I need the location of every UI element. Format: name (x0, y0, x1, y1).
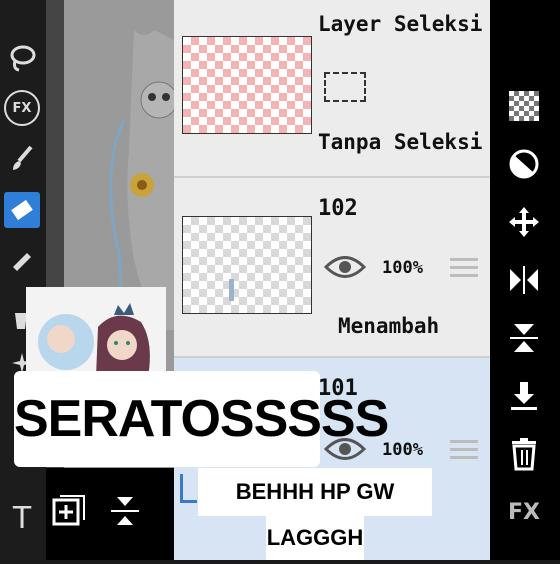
selection-marquee-icon (324, 72, 366, 102)
sub-caption-line2: LAGGGH (266, 516, 364, 560)
fx-effects-button[interactable]: FX (502, 490, 546, 534)
selection-layer-thumbnail (182, 36, 312, 134)
flip-horizontal-icon[interactable] (502, 258, 546, 302)
add-layer-icon[interactable] (52, 494, 86, 528)
layer-101-handle-icon[interactable] (450, 440, 478, 462)
selection-layer-status: Tanpa Seleksi (318, 130, 483, 154)
layer-102-thumbnail (182, 216, 312, 314)
left-toolbar: FX T (0, 0, 46, 560)
layer-101-opacity: 100% (382, 440, 423, 460)
sub-caption-line1: BEHHH HP GW MULAI (198, 468, 432, 552)
text-tool-icon[interactable]: T (4, 500, 40, 536)
selection-layer-title: Layer Seleksi (318, 12, 483, 36)
clipping-indicator-icon (180, 474, 197, 503)
eye-icon[interactable] (323, 254, 367, 284)
layer-102-blend-mode[interactable]: Menambah (338, 314, 439, 338)
layer-102-handle-icon[interactable] (450, 258, 478, 280)
merge-icon[interactable] (108, 494, 142, 528)
selection-layer-row[interactable]: Layer Seleksi Tanpa Seleksi (174, 0, 490, 178)
layer-102-content-mark (229, 279, 234, 301)
right-toolbar: FX (490, 0, 560, 560)
brush-icon[interactable] (4, 140, 40, 176)
trash-icon[interactable] (502, 432, 546, 476)
eraser-icon[interactable] (4, 192, 40, 228)
layer-row-102[interactable]: 102 100% Menambah (174, 178, 490, 358)
smudge-icon[interactable] (4, 240, 40, 276)
layer-102-opacity: 100% (382, 258, 423, 278)
transparency-icon[interactable] (502, 84, 546, 128)
layer-102-name: 102 (318, 196, 358, 221)
bottom-tools-bar (46, 468, 174, 560)
download-layer-icon[interactable] (502, 374, 546, 418)
character-photo-overlay (26, 287, 166, 377)
main-caption: SERATOSSSSS (14, 371, 389, 467)
merge-down-icon[interactable] (502, 316, 546, 360)
fx-filter-button[interactable]: FX (4, 90, 40, 126)
fx-filter-label: FX (4, 90, 40, 126)
layer-mask-icon[interactable] (502, 142, 546, 186)
move-icon[interactable] (502, 200, 546, 244)
lasso-icon[interactable] (4, 40, 40, 76)
